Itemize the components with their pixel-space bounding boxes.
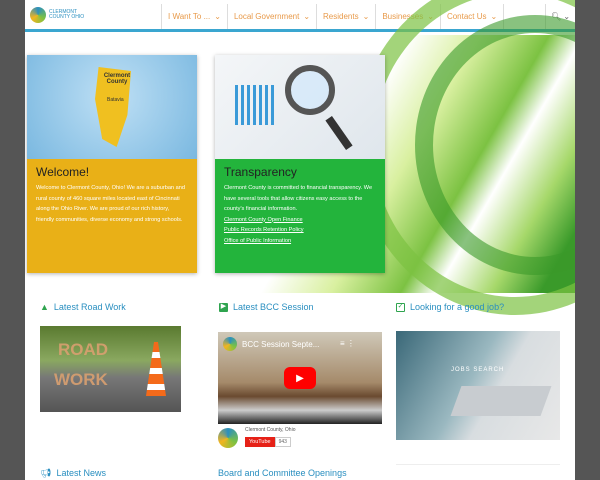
nav-residents[interactable]: Residents ⌄ (316, 4, 375, 29)
map-label: Clermont County (103, 73, 131, 85)
map-town: Batavia (107, 97, 124, 103)
video-title[interactable]: BCC Session Septe... (242, 340, 319, 349)
transparency-image (215, 55, 385, 159)
nav-label: Local Government (233, 12, 300, 21)
job-search-image[interactable]: JOBS SEARCH (396, 331, 560, 440)
channel-name: Clermont County, Ohio (245, 427, 296, 433)
job-heading[interactable]: ✓ Looking for a good job? (396, 302, 504, 312)
nav-label: I Want To ... (168, 12, 211, 21)
public-information-link[interactable]: Office of Public Information (224, 236, 376, 247)
logo-text: CLERMONT COUNTY OHIO (49, 9, 85, 20)
nav-label: Residents (323, 12, 359, 21)
video-player[interactable]: BCC Session Septe... ≡ ⋮ ▶ (218, 332, 382, 424)
welcome-card: Clermont County Batavia Welcome! Welcome… (27, 55, 197, 273)
heading-text: Board and Committee Openings (218, 468, 347, 478)
chevron-down-icon: ⌄ (303, 12, 311, 21)
hero-banner: Clermont County Batavia Welcome! Welcome… (25, 0, 575, 315)
heading-text: Latest Road Work (53, 302, 126, 312)
open-finance-link[interactable]: Clermont County Open Finance (224, 215, 376, 226)
page: CLERMONT COUNTY OHIO I Want To ... ⌄ Loca… (25, 0, 575, 480)
road-work-image[interactable]: ROAD WORK (40, 326, 181, 412)
road-work-heading[interactable]: ▲ Latest Road Work (40, 302, 126, 312)
county-map-image: Clermont County Batavia (27, 55, 197, 159)
jobs-search-text: JOBS SEARCH (451, 367, 505, 373)
heading-text: Latest BCC Session (233, 302, 314, 312)
chevron-down-icon: ⌄ (214, 12, 221, 21)
chevron-down-icon: ⌄ (362, 12, 370, 21)
heading-text: Latest News (56, 468, 106, 478)
heading-text: Looking for a good job? (410, 302, 505, 312)
youtube-button[interactable]: YouTube (245, 437, 275, 447)
play-icon: ▶ (219, 302, 228, 312)
welcome-text: Welcome to Clermont County, Ohio! We are… (36, 185, 185, 223)
divider (396, 464, 560, 465)
latest-news-heading[interactable]: 📢︎ Latest News (40, 468, 106, 478)
traffic-cone-icon (146, 342, 166, 396)
road-icon: ▲ (40, 302, 49, 312)
welcome-title: Welcome! (36, 165, 90, 179)
play-button[interactable]: ▶ (284, 367, 316, 389)
bcc-session-heading[interactable]: ▶ Latest BCC Session (219, 302, 314, 312)
records-retention-link[interactable]: Public Records Retention Policy (224, 225, 376, 236)
transparency-card: Transparency Clermont County is committe… (215, 55, 385, 273)
logo-icon (30, 7, 46, 23)
megaphone-icon: 📢︎ (40, 468, 52, 478)
playlist-icon[interactable]: ≡ ⋮ (340, 339, 355, 348)
transparency-text: Clermont County is committed to financia… (224, 185, 373, 212)
work-text: WORK (54, 370, 108, 389)
magnifier-icon (285, 65, 335, 115)
road-text: ROAD (58, 340, 109, 359)
channel-logo (218, 428, 238, 448)
channel-avatar (223, 337, 237, 351)
subscriber-count: 943 (274, 437, 291, 447)
site-logo[interactable]: CLERMONT COUNTY OHIO (30, 7, 89, 23)
board-openings-heading[interactable]: Board and Committee Openings (218, 468, 347, 478)
youtube-subscribe[interactable]: YouTube 943 (245, 437, 291, 447)
nav-i-want-to[interactable]: I Want To ... ⌄ (161, 4, 227, 29)
transparency-title: Transparency (224, 165, 297, 179)
nav-local-government[interactable]: Local Government ⌄ (226, 4, 316, 29)
checkbox-icon: ✓ (396, 302, 405, 312)
